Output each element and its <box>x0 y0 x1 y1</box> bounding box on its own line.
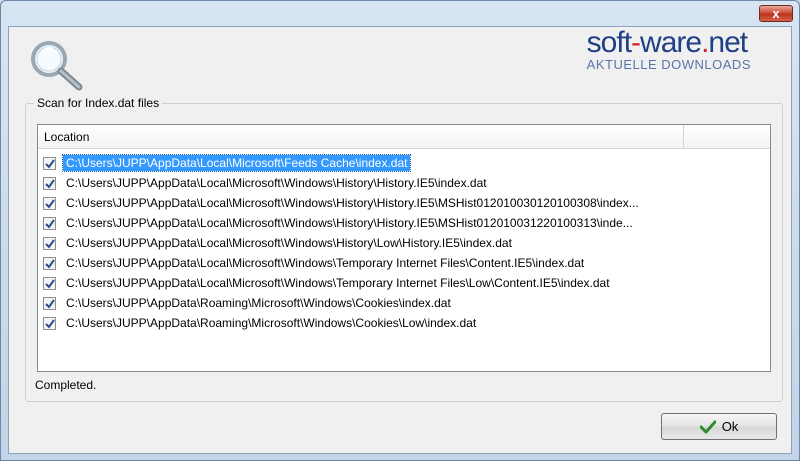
check-icon <box>45 178 55 189</box>
ok-button-label: Ok <box>721 419 739 434</box>
check-icon <box>45 158 55 169</box>
magnifier-icon <box>31 41 83 91</box>
list-item[interactable]: C:\Users\JUPP\AppData\Local\Microsoft\Wi… <box>38 233 770 253</box>
row-path: C:\Users\JUPP\AppData\Roaming\Microsoft\… <box>66 296 451 310</box>
column-header-empty[interactable] <box>685 125 771 149</box>
row-checkbox[interactable] <box>43 176 56 190</box>
check-icon <box>45 218 55 229</box>
listview-rows: C:\Users\JUPP\AppData\Local\Microsoft\Fe… <box>38 149 770 333</box>
row-checkbox[interactable] <box>43 316 56 330</box>
column-header-location[interactable]: Location <box>38 125 684 149</box>
row-path: C:\Users\JUPP\AppData\Local\Microsoft\Wi… <box>66 196 639 210</box>
row-checkbox[interactable] <box>43 276 56 290</box>
row-path: C:\Users\JUPP\AppData\Local\Microsoft\Wi… <box>66 236 512 250</box>
row-path: C:\Users\JUPP\AppData\Local\Microsoft\Wi… <box>66 256 585 270</box>
row-path: C:\Users\JUPP\AppData\Local\Microsoft\Wi… <box>66 276 610 290</box>
listview-header: Location <box>38 125 770 149</box>
checkmark-icon <box>699 420 716 433</box>
index-dat-listview[interactable]: Location C:\Users\JUPP\AppData\Local\Mic… <box>37 124 771 372</box>
check-icon <box>45 258 55 269</box>
row-checkbox[interactable] <box>43 296 56 310</box>
row-path: C:\Users\JUPP\AppData\Roaming\Microsoft\… <box>66 316 477 330</box>
check-icon <box>45 318 55 329</box>
close-button[interactable]: x <box>759 5 793 22</box>
row-path: C:\Users\JUPP\AppData\Local\Microsoft\Wi… <box>66 176 487 190</box>
scan-dialog-window: x soft-ware.net AKTUELLE DOWNLOADS Scan … <box>0 0 800 461</box>
list-item[interactable]: C:\Users\JUPP\AppData\Roaming\Microsoft\… <box>38 293 770 313</box>
ok-button[interactable]: Ok <box>661 413 777 440</box>
list-item[interactable]: C:\Users\JUPP\AppData\Local\Microsoft\Wi… <box>38 173 770 193</box>
row-checkbox[interactable] <box>43 156 56 170</box>
row-checkbox[interactable] <box>43 196 56 210</box>
groupbox-label: Scan for Index.dat files <box>34 96 163 110</box>
row-path: C:\Users\JUPP\AppData\Local\Microsoft\Wi… <box>66 216 633 230</box>
scan-groupbox: Scan for Index.dat files Location C:\Use… <box>25 96 783 402</box>
brand-logo: soft-ware.net <box>586 26 748 59</box>
check-icon <box>45 278 55 289</box>
row-checkbox[interactable] <box>43 256 56 270</box>
list-item[interactable]: C:\Users\JUPP\AppData\Roaming\Microsoft\… <box>38 313 770 333</box>
status-text: Completed. <box>35 378 97 392</box>
list-item[interactable]: C:\Users\JUPP\AppData\Local\Microsoft\Wi… <box>38 193 770 213</box>
row-checkbox[interactable] <box>43 216 56 230</box>
list-item[interactable]: C:\Users\JUPP\AppData\Local\Microsoft\Wi… <box>38 213 770 233</box>
check-icon <box>45 298 55 309</box>
check-icon <box>45 198 55 209</box>
dialog-client-area: soft-ware.net AKTUELLE DOWNLOADS Scan fo… <box>8 26 792 454</box>
row-checkbox[interactable] <box>43 236 56 250</box>
brand-tagline: AKTUELLE DOWNLOADS <box>586 57 751 72</box>
row-path: C:\Users\JUPP\AppData\Local\Microsoft\Fe… <box>61 154 412 172</box>
list-item[interactable]: C:\Users\JUPP\AppData\Local\Microsoft\Fe… <box>38 153 770 173</box>
list-item[interactable]: C:\Users\JUPP\AppData\Local\Microsoft\Wi… <box>38 273 770 293</box>
brand-watermark: soft-ware.net AKTUELLE DOWNLOADS <box>586 26 751 73</box>
list-item[interactable]: C:\Users\JUPP\AppData\Local\Microsoft\Wi… <box>38 253 770 273</box>
check-icon <box>45 238 55 249</box>
